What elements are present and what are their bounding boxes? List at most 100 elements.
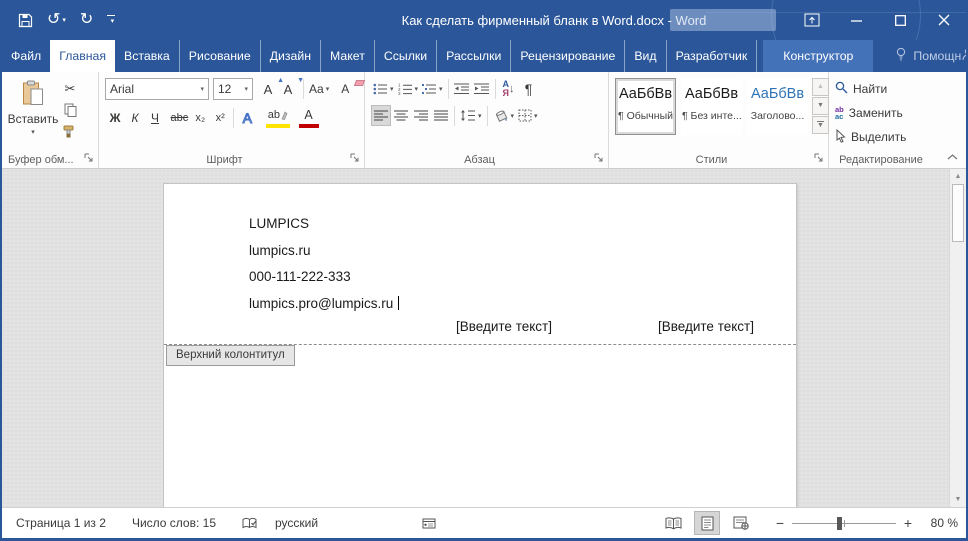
tab-insert[interactable]: Вставка <box>115 40 179 72</box>
borders-button[interactable]: ▾ <box>516 105 540 126</box>
align-right-button[interactable] <box>411 105 431 126</box>
tab-developer[interactable]: Разработчик <box>666 40 758 72</box>
ribbon-display-options-icon[interactable] <box>790 0 834 40</box>
paste-button[interactable]: Вставить ▾ <box>10 78 56 140</box>
sort-button[interactable]: АЯ↓ <box>499 78 519 99</box>
word-count[interactable]: Число слов: 15 <box>132 516 216 530</box>
superscript-button[interactable]: x² <box>210 107 230 128</box>
align-left-button[interactable] <box>371 105 391 126</box>
find-button[interactable]: Найти▾ <box>835 79 943 99</box>
share-icon[interactable] <box>961 47 966 65</box>
help-label: Помощн <box>913 49 961 63</box>
clipboard-dialog-launcher-icon[interactable] <box>84 151 93 165</box>
paste-dropdown-arrow[interactable]: ▾ <box>31 128 35 136</box>
font-family-combobox[interactable]: Arial▾ <box>105 78 209 100</box>
header-line-site[interactable]: lumpics.ru <box>249 238 399 265</box>
text-effects-dropdown-arrow[interactable]: ▾ <box>257 114 261 122</box>
tab-references[interactable]: Ссылки <box>374 40 436 72</box>
bullets-button[interactable]: ▾ <box>371 78 396 99</box>
save-icon[interactable] <box>18 13 33 28</box>
clear-formatting-button[interactable]: A <box>335 79 355 100</box>
style-normal[interactable]: АаБбВв ¶ Обычный <box>615 78 676 135</box>
replace-button[interactable]: abac Заменить <box>835 103 943 123</box>
decrease-indent-button[interactable] <box>452 78 472 99</box>
style-no-spacing[interactable]: АаБбВв ¶ Без инте... <box>681 78 742 135</box>
vertical-scrollbar[interactable]: ▲ ▼ <box>949 169 966 507</box>
close-button[interactable] <box>922 0 966 40</box>
document-page[interactable]: LUMPICS lumpics.ru 000-111-222-333 lumpi… <box>163 183 797 507</box>
increase-indent-button[interactable] <box>472 78 492 99</box>
subscript-button[interactable]: x₂ <box>190 107 210 128</box>
text-highlight-button[interactable]: ab <box>266 107 290 128</box>
tab-header-footer-design[interactable]: Конструктор <box>763 40 873 72</box>
header-line-email[interactable]: lumpics.pro@lumpics.ru <box>249 291 399 318</box>
highlight-dropdown-arrow[interactable]: ▾ <box>290 114 294 122</box>
styles-scroll-down-icon[interactable]: ▼ <box>812 97 829 115</box>
select-button[interactable]: Выделить▾ <box>835 127 943 147</box>
tab-review[interactable]: Рецензирование <box>510 40 624 72</box>
text-effects-button[interactable]: A <box>237 107 257 128</box>
zoom-in-button[interactable]: + <box>900 515 916 531</box>
text-placeholder-2[interactable]: [Введите текст] <box>658 319 754 334</box>
font-dialog-launcher-icon[interactable] <box>350 151 359 165</box>
redo-icon[interactable]: ↻ <box>80 12 93 28</box>
header-text-block: LUMPICS lumpics.ru 000-111-222-333 lumpi… <box>249 211 399 317</box>
zoom-level[interactable]: 80 % <box>916 516 958 530</box>
styles-scroll-up-icon[interactable]: ▲ <box>812 78 829 96</box>
tab-mailings[interactable]: Рассылки <box>436 40 510 72</box>
shading-bucket-icon[interactable]: ▾ <box>491 105 517 126</box>
grow-font-button[interactable]: A▲ <box>258 79 278 100</box>
tab-layout[interactable]: Макет <box>320 40 374 72</box>
page-indicator[interactable]: Страница 1 из 2 <box>16 516 106 530</box>
proofing-icon[interactable] <box>242 517 257 530</box>
align-center-button[interactable] <box>391 105 411 126</box>
style-heading1[interactable]: АаБбВв Заголово... <box>747 78 808 135</box>
cut-icon[interactable]: ✂ <box>60 80 80 98</box>
underline-button[interactable]: Ч <box>145 107 165 128</box>
scrollbar-thumb[interactable] <box>952 184 964 242</box>
customize-qat-icon[interactable]: ▾ <box>107 15 115 25</box>
collapse-ribbon-icon[interactable] <box>947 149 958 163</box>
strikethrough-button[interactable]: abc <box>169 107 191 128</box>
tab-design[interactable]: Дизайн <box>260 40 320 72</box>
undo-icon[interactable]: ↺▾ <box>47 12 66 28</box>
text-placeholder-1[interactable]: [Введите текст] <box>456 319 552 334</box>
numbering-button[interactable]: 123▾ <box>396 78 421 99</box>
font-color-dropdown-arrow[interactable]: ▾ <box>319 114 323 122</box>
maximize-button[interactable] <box>878 0 922 40</box>
bold-button[interactable]: Ж <box>105 107 125 128</box>
language-indicator[interactable]: русский <box>275 516 318 530</box>
styles-dialog-launcher-icon[interactable] <box>814 151 823 165</box>
font-color-button[interactable]: A <box>299 107 319 128</box>
styles-gallery-more-icon[interactable]: ▼ <box>812 116 829 134</box>
multilevel-list-button[interactable]: ▾ <box>420 78 445 99</box>
tab-home[interactable]: Главная <box>50 40 115 72</box>
shrink-font-button[interactable]: A▼ <box>278 79 298 100</box>
header-line-phone[interactable]: 000-111-222-333 <box>249 264 399 291</box>
macro-record-icon[interactable] <box>422 518 436 529</box>
show-formatting-marks-button[interactable]: ¶ <box>519 78 539 99</box>
tab-view[interactable]: Вид <box>624 40 665 72</box>
tab-draw[interactable]: Рисование <box>179 40 260 72</box>
italic-button[interactable]: К <box>125 107 145 128</box>
zoom-out-button[interactable]: − <box>772 515 788 531</box>
line-spacing-button[interactable]: ▾ <box>458 105 484 126</box>
zoom-slider[interactable] <box>792 516 896 530</box>
web-layout-icon[interactable] <box>728 511 754 535</box>
tell-me-help[interactable]: Помощн <box>895 40 961 72</box>
read-mode-icon[interactable] <box>660 511 686 535</box>
change-case-button[interactable]: Aa▾ <box>307 79 331 100</box>
font-size-combobox[interactable]: 12▾ <box>213 78 253 100</box>
tab-file[interactable]: Файл <box>2 40 50 72</box>
header-line-company[interactable]: LUMPICS <box>249 211 399 238</box>
format-painter-icon[interactable] <box>60 122 80 140</box>
account-blurred[interactable] <box>670 9 776 31</box>
minimize-button[interactable] <box>834 0 878 40</box>
zoom-slider-thumb[interactable] <box>837 517 842 530</box>
scroll-down-icon[interactable]: ▼ <box>950 493 966 506</box>
copy-icon[interactable] <box>60 101 80 119</box>
print-layout-icon[interactable] <box>694 511 720 535</box>
scroll-up-icon[interactable]: ▲ <box>950 170 966 183</box>
justify-button[interactable] <box>431 105 451 126</box>
paragraph-dialog-launcher-icon[interactable] <box>594 151 603 165</box>
